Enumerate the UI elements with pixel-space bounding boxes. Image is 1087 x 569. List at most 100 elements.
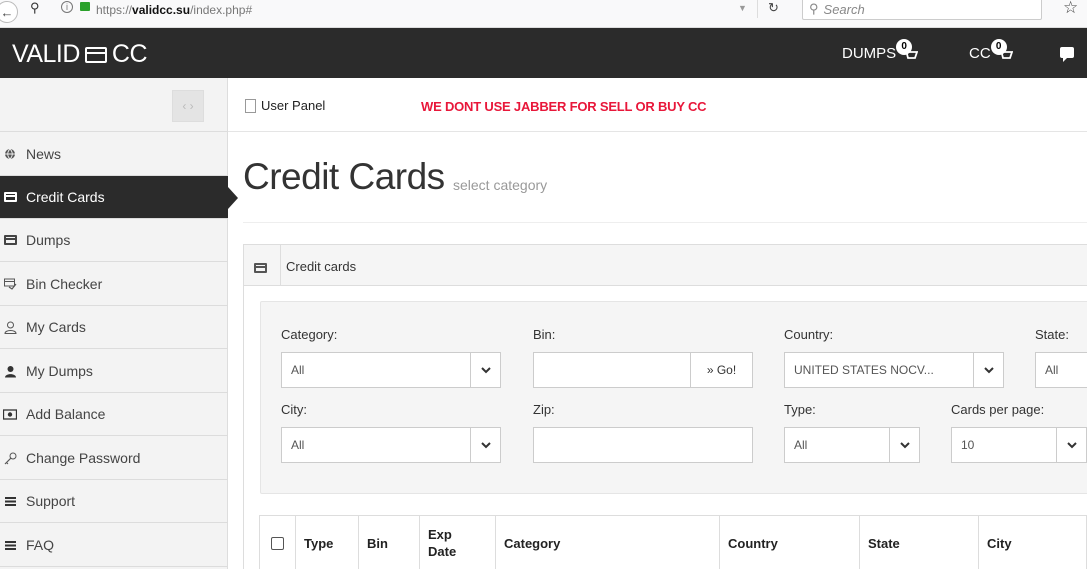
sidebar-item-label: My Cards — [26, 319, 86, 335]
go-button[interactable]: » Go! — [690, 352, 753, 388]
divider — [280, 245, 281, 286]
per-page-label: Cards per page: — [951, 402, 1045, 417]
panel-header: Credit cards — [244, 245, 1087, 286]
column-header-state[interactable]: State — [860, 516, 979, 569]
site-logo[interactable]: VALID CC — [12, 40, 148, 69]
chevron-down-icon — [1056, 428, 1086, 462]
user-icon — [3, 364, 17, 378]
per-page-value: 10 — [961, 438, 975, 452]
sidebar-item-label: Dumps — [26, 232, 71, 248]
info-icon[interactable]: i — [61, 1, 73, 13]
card-check-icon — [3, 277, 17, 291]
dumps-label: DUMPS — [842, 45, 897, 62]
breadcrumb-user-panel: User Panel — [261, 98, 326, 113]
credit-card-icon — [3, 190, 17, 204]
sidebar-item-label: FAQ — [26, 537, 55, 553]
divider — [243, 222, 1087, 223]
breadcrumb[interactable]: User Panel — [245, 98, 325, 113]
address-bar[interactable]: https://validcc.su/index.php# — [96, 0, 252, 20]
per-page-select[interactable]: 10 — [951, 427, 1087, 463]
dropdown-arrow-icon[interactable]: ▼ — [738, 3, 747, 13]
key-icon — [3, 451, 17, 465]
sidebar-item-news[interactable]: News — [0, 133, 228, 176]
url-domain: validcc.su — [132, 3, 191, 17]
country-label: Country: — [784, 327, 834, 342]
sidebar-item-label: Support — [26, 493, 76, 509]
cart-icon: 0 — [896, 38, 920, 61]
chevron-down-icon — [889, 428, 919, 462]
column-header-bin[interactable]: Bin — [359, 516, 420, 569]
bin-input[interactable] — [533, 352, 691, 388]
sidebar-item-label: Change Password — [26, 450, 141, 466]
filter-form: Category: Bin: Country: State: All » Go!… — [260, 301, 1087, 494]
panel-title: Credit cards — [286, 259, 357, 274]
sidebar-item-faq[interactable]: FAQ — [0, 524, 228, 567]
lock-icon — [80, 2, 90, 11]
category-select[interactable]: All — [281, 352, 501, 388]
bookmark-star-icon[interactable]: ☆ — [1063, 0, 1078, 18]
list-icon — [3, 538, 17, 552]
state-label: State: — [1035, 327, 1069, 342]
back-button[interactable]: ← — [0, 1, 18, 23]
city-label: City: — [281, 402, 307, 417]
cc-label: CC — [969, 45, 991, 62]
column-header-category[interactable]: Category — [496, 516, 720, 569]
zip-label: Zip: — [533, 402, 555, 417]
type-value: All — [794, 438, 808, 452]
zip-input[interactable] — [533, 427, 753, 463]
column-header-label: Exp Date — [428, 527, 457, 559]
sidebar-item-change-password[interactable]: Change Password — [0, 437, 228, 480]
money-icon — [3, 407, 17, 421]
city-select[interactable]: All — [281, 427, 501, 463]
sidebar-item-label: Credit Cards — [26, 189, 105, 205]
sidebar-item-add-balance[interactable]: Add Balance — [0, 393, 228, 436]
city-value: All — [291, 438, 305, 452]
sidebar-item-credit-cards[interactable]: Credit Cards — [0, 176, 238, 219]
state-select[interactable]: All — [1035, 352, 1087, 388]
column-header-country[interactable]: Country — [720, 516, 860, 569]
page-subtitle: select category — [453, 177, 548, 193]
search-placeholder: Search — [823, 1, 865, 17]
sidebar-toggle-row: ‹ › — [0, 78, 228, 132]
breadcrumb-bar: User Panel WE DONT USE JABBER FOR SELL O… — [228, 78, 1087, 132]
key-icon: ⚲ — [30, 0, 40, 15]
sidebar-toggle-button[interactable]: ‹ › — [172, 90, 204, 122]
chat-icon[interactable] — [1060, 47, 1074, 62]
sidebar-item-support[interactable]: Support — [0, 480, 228, 523]
url-path: /index.php# — [190, 3, 253, 17]
chevron-down-icon — [470, 428, 500, 462]
dumps-cart-link[interactable]: DUMPS 0 — [842, 38, 920, 62]
sidebar-item-label: Bin Checker — [26, 276, 103, 292]
sidebar-item-my-dumps[interactable]: My Dumps — [0, 350, 228, 393]
country-value: UNITED STATES NOCV... — [794, 363, 934, 377]
sidebar-item-bin-checker[interactable]: Bin Checker — [0, 263, 228, 306]
credit-card-icon — [84, 46, 107, 63]
browser-toolbar: ← ⚲ i https://validcc.su/index.php# ▼ ↻ … — [0, 0, 1087, 28]
list-icon — [3, 494, 17, 508]
country-select[interactable]: UNITED STATES NOCV... — [784, 352, 1004, 388]
chevron-down-icon — [973, 353, 1003, 387]
search-input[interactable]: ⚲ Search — [802, 0, 1042, 20]
search-icon: ⚲ — [809, 1, 819, 16]
sidebar-item-my-cards[interactable]: My Cards — [0, 306, 228, 349]
bin-label: Bin: — [533, 327, 556, 342]
sidebar-item-dumps[interactable]: Dumps — [0, 219, 228, 262]
url-prefix: https:// — [96, 3, 133, 17]
sidebar-item-label: Add Balance — [26, 406, 106, 422]
column-header-type[interactable]: Type — [296, 516, 359, 569]
column-header-city[interactable]: City — [979, 516, 1087, 569]
type-select[interactable]: All — [784, 427, 920, 463]
column-header-exp-date[interactable]: Exp Date — [420, 516, 496, 569]
credit-card-icon — [3, 233, 17, 247]
warning-notice: WE DONT USE JABBER FOR SELL OR BUY CC — [421, 99, 707, 114]
cart-icon: 0 — [990, 38, 1015, 61]
globe-icon — [3, 147, 17, 161]
results-table-header: Type Bin Exp Date Category Country State… — [259, 515, 1087, 569]
logo-text-right: CC — [111, 40, 148, 68]
select-all-checkbox[interactable] — [271, 536, 284, 550]
document-icon — [245, 98, 256, 113]
select-all-cell — [260, 516, 296, 569]
divider — [757, 0, 758, 18]
cc-cart-link[interactable]: CC 0 — [969, 38, 1015, 62]
reload-icon[interactable]: ↻ — [768, 0, 779, 16]
